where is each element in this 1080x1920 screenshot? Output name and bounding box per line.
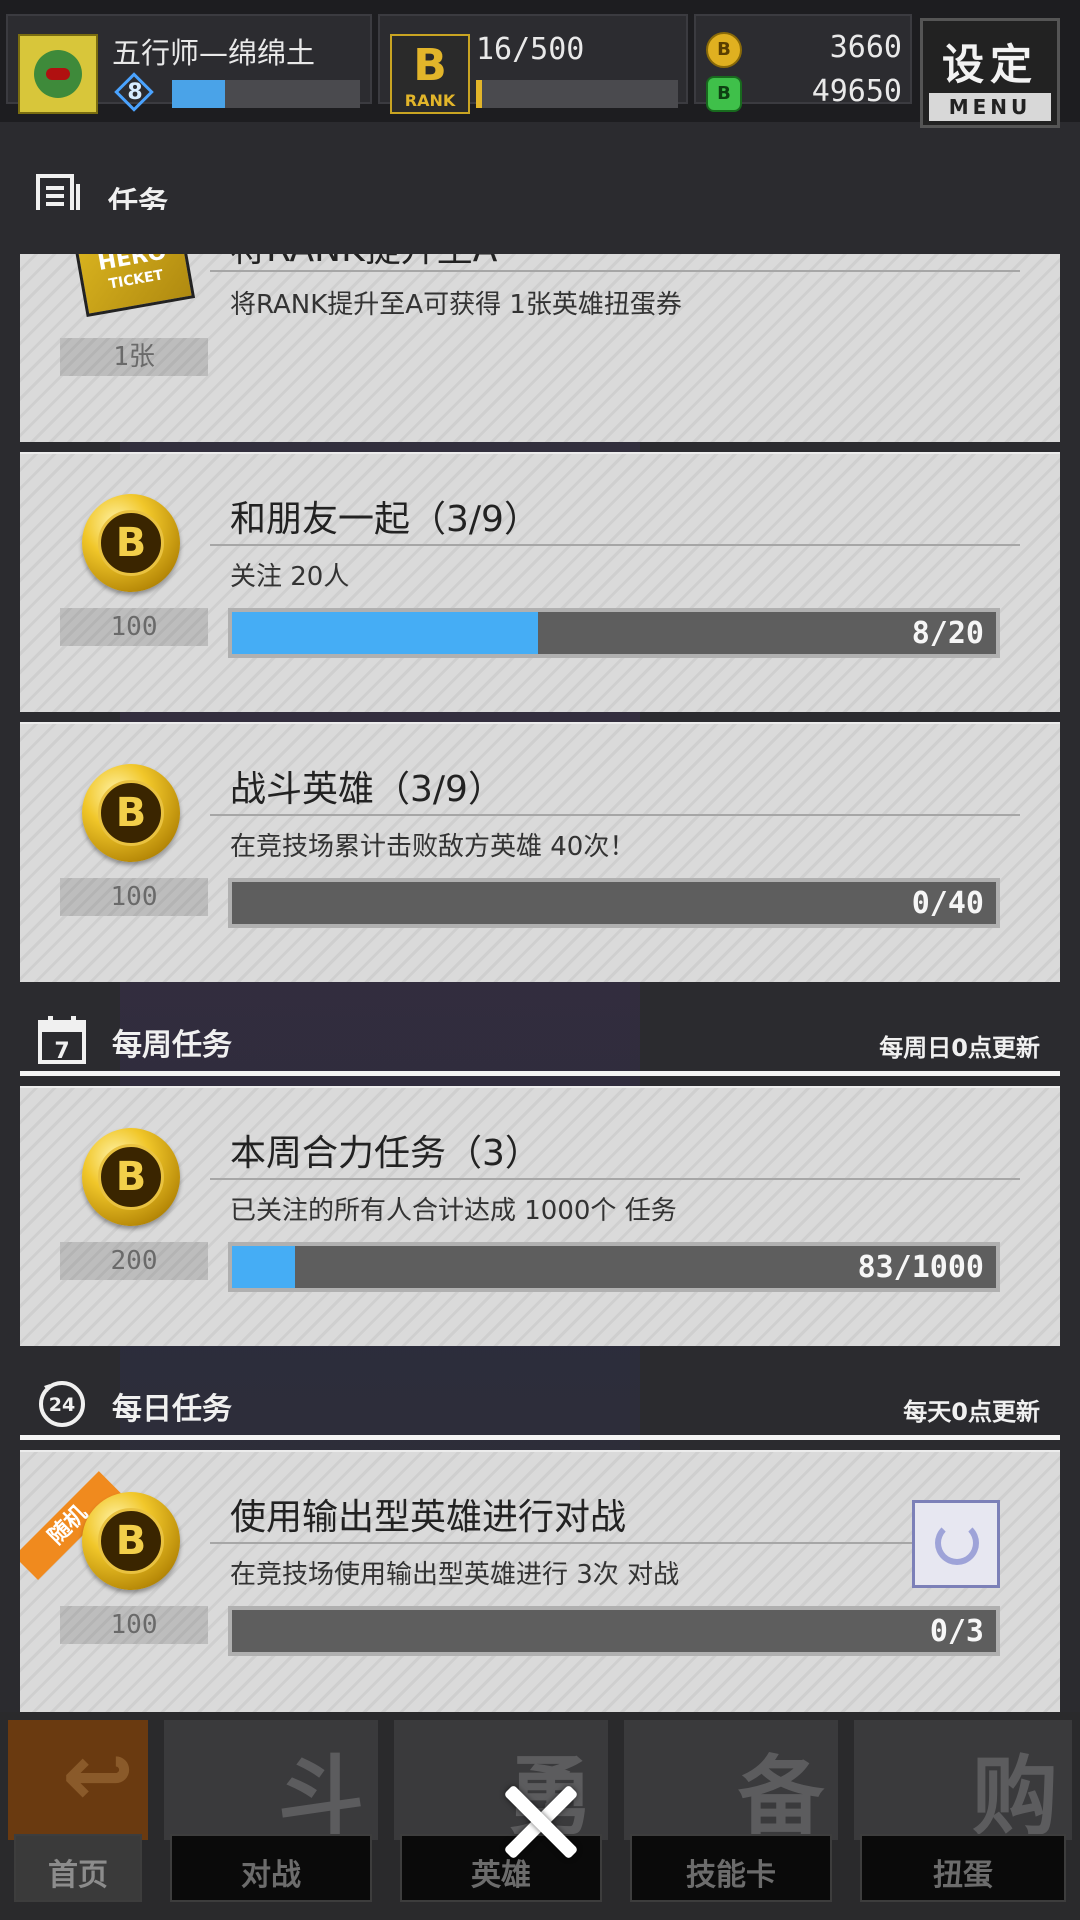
weekly-title: 每周任务 bbox=[112, 1028, 232, 1063]
reward-amount: 100 bbox=[60, 878, 208, 916]
player-avatar[interactable] bbox=[18, 34, 98, 114]
task-card[interactable]: HERO TICKET 将RANK提升至A 将RANK提升至A可获得 1张英雄扭… bbox=[20, 229, 1060, 442]
nav-battle[interactable]: 斗 对战 bbox=[156, 1712, 386, 1920]
daily-header: 24 每日任务 每天0点更新 bbox=[20, 1370, 1060, 1440]
progress-text: 8/20 bbox=[911, 616, 984, 651]
task-title: 本周合力任务（3） bbox=[230, 1133, 541, 1174]
rank-progress: 16/500 bbox=[476, 32, 585, 67]
task-divider bbox=[210, 544, 1020, 546]
gold-coin-icon: B bbox=[82, 1128, 180, 1226]
daily-title: 每日任务 bbox=[112, 1392, 232, 1427]
rank-fill bbox=[476, 80, 483, 108]
nav-glyph: 购 bbox=[972, 1747, 1058, 1847]
rank-letter: B bbox=[413, 40, 447, 91]
coin-letter: B bbox=[98, 1508, 164, 1574]
clock-number: 24 bbox=[49, 1394, 75, 1416]
task-divider bbox=[210, 270, 1020, 272]
nav-home[interactable]: ↩ 首页 bbox=[0, 1712, 156, 1920]
calendar-number: 7 bbox=[54, 1039, 69, 1064]
task-title: 战斗英雄（3/9） bbox=[230, 769, 504, 810]
task-card[interactable]: B 100 和朋友一起（3/9） 关注 20人 8/20 bbox=[20, 452, 1060, 712]
progress-text: 83/1000 bbox=[857, 1250, 984, 1285]
exp-bar bbox=[172, 80, 360, 108]
nav-label-box: 首页 bbox=[14, 1834, 142, 1902]
close-icon[interactable] bbox=[498, 1780, 582, 1864]
gold-coin-icon: B bbox=[82, 764, 180, 862]
player-name: 五行师—绵绵土 bbox=[112, 36, 316, 70]
gacha-icon: 购 bbox=[854, 1720, 1072, 1847]
nav-skill-cards[interactable]: 备 技能卡 bbox=[616, 1712, 846, 1920]
nav-gacha[interactable]: 购 扭蛋 bbox=[846, 1712, 1080, 1920]
progress-fill bbox=[232, 612, 538, 654]
rank-bar bbox=[476, 80, 678, 108]
green-coin-icon: B bbox=[706, 76, 742, 112]
header-divider bbox=[20, 1435, 1060, 1440]
reward-amount: 1张 bbox=[60, 338, 208, 376]
progress-text: 0/40 bbox=[911, 886, 984, 921]
coin-letter: B bbox=[98, 780, 164, 846]
reward-amount: 100 bbox=[60, 1606, 208, 1644]
nav-label-box: 扭蛋 bbox=[860, 1834, 1066, 1902]
gold-count: 3660 bbox=[829, 30, 902, 65]
nav-glyph: ↩ bbox=[61, 1726, 134, 1826]
progress-bar: 0/3 bbox=[228, 1606, 1000, 1656]
weekly-refresh-note: 每周日0点更新 bbox=[879, 1034, 1040, 1062]
gold-coin-icon: B bbox=[82, 1492, 180, 1590]
gold-coin-icon: B bbox=[82, 494, 180, 592]
progress-text: 0/3 bbox=[929, 1614, 984, 1649]
nav-label: 对战 bbox=[241, 1858, 301, 1893]
task-divider bbox=[210, 1542, 922, 1544]
gold-coin-icon: B bbox=[706, 32, 742, 68]
clock-24-icon: 24 bbox=[39, 1381, 85, 1427]
exp-fill bbox=[172, 80, 225, 108]
level-value: 8 bbox=[127, 80, 143, 105]
calendar-7-icon: 7 bbox=[38, 1016, 86, 1064]
rank-badge-icon: B RANK bbox=[390, 34, 470, 114]
task-description: 在竞技场累计击败敌方英雄 40次！ bbox=[230, 832, 636, 862]
task-card[interactable]: B 200 本周合力任务（3） 已关注的所有人合计达成 1000个 任务 83/… bbox=[20, 1086, 1060, 1346]
coin-letter: B bbox=[98, 1144, 164, 1210]
menu-sub-label: MENU bbox=[929, 93, 1051, 121]
avatar-face bbox=[34, 50, 82, 98]
cards-icon: 备 bbox=[624, 1720, 838, 1847]
gamepad-icon: 斗 bbox=[164, 1720, 378, 1847]
menu-button[interactable]: 设定 MENU bbox=[920, 18, 1060, 128]
task-description: 将RANK提升至A可获得 1张英雄扭蛋券 bbox=[230, 290, 682, 320]
task-title: 使用输出型英雄进行对战 bbox=[230, 1497, 627, 1538]
reward-amount: 200 bbox=[60, 1242, 208, 1280]
scroll-mask bbox=[20, 210, 1060, 254]
task-description: 已关注的所有人合计达成 1000个 任务 bbox=[230, 1196, 677, 1226]
progress-bar: 83/1000 bbox=[228, 1242, 1000, 1292]
task-description: 在竞技场使用输出型英雄进行 3次 对战 bbox=[230, 1560, 680, 1590]
rank-word: RANK bbox=[404, 91, 456, 110]
nav-label-box: 对战 bbox=[170, 1834, 372, 1902]
refresh-task-button[interactable] bbox=[912, 1500, 1000, 1588]
return-arrow-icon: ↩ bbox=[8, 1720, 148, 1840]
nav-label-box: 技能卡 bbox=[630, 1834, 832, 1902]
nav-label: 技能卡 bbox=[686, 1858, 776, 1893]
daily-refresh-note: 每天0点更新 bbox=[903, 1398, 1040, 1426]
nav-glyph: 斗 bbox=[278, 1747, 364, 1847]
nav-label: 首页 bbox=[48, 1858, 108, 1893]
task-divider bbox=[210, 1178, 1020, 1180]
weekly-header: 7 每周任务 每周日0点更新 bbox=[20, 1006, 1060, 1076]
level-badge: 8 bbox=[110, 72, 160, 112]
progress-bar: 8/20 bbox=[228, 608, 1000, 658]
task-card[interactable]: 随机 B 100 使用输出型英雄进行对战 在竞技场使用输出型英雄进行 3次 对战… bbox=[20, 1450, 1060, 1712]
task-description: 关注 20人 bbox=[230, 562, 350, 592]
task-title: 和朋友一起（3/9） bbox=[230, 499, 540, 540]
top-hud: 五行师—绵绵土 8 B RANK 16/500 B 3660 B 49650 设… bbox=[0, 0, 1080, 128]
task-card[interactable]: B 100 战斗英雄（3/9） 在竞技场累计击败敌方英雄 40次！ 0/40 bbox=[20, 722, 1060, 982]
progress-fill bbox=[232, 1246, 296, 1288]
header-divider bbox=[20, 1071, 1060, 1076]
menu-label: 设定 bbox=[941, 40, 1038, 89]
green-count: 49650 bbox=[811, 74, 902, 109]
progress-bar: 0/40 bbox=[228, 878, 1000, 928]
nav-glyph: 备 bbox=[738, 1747, 824, 1847]
refresh-icon bbox=[935, 1521, 979, 1565]
task-divider bbox=[210, 814, 1020, 816]
nav-label: 扭蛋 bbox=[933, 1858, 993, 1893]
reward-amount: 100 bbox=[60, 608, 208, 646]
coin-letter: B bbox=[98, 510, 164, 576]
